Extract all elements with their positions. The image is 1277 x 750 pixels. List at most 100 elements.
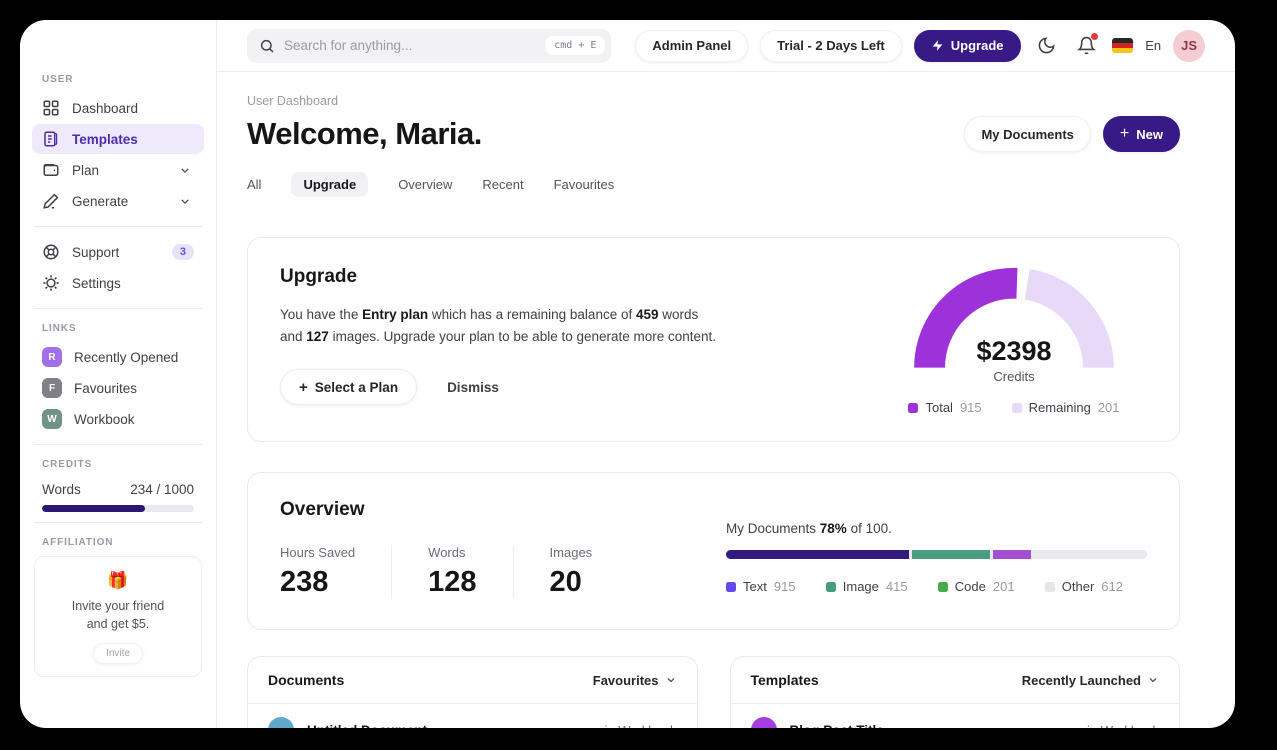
documents-card-header: Documents Favourites xyxy=(248,657,697,704)
tab-recent[interactable]: Recent xyxy=(482,172,523,197)
overview-left: Overview Hours Saved 238 Words 128 Image… xyxy=(280,499,670,599)
sidebar-link-workbook[interactable]: W Workbook xyxy=(32,404,204,434)
sidebar-item-support[interactable]: Support 3 xyxy=(32,237,204,267)
legend-item-text: Text 915 xyxy=(726,579,796,594)
documents-progress-label: My Documents 78% of 100. xyxy=(726,521,892,536)
invite-button[interactable]: Invite xyxy=(93,643,143,665)
templates-document-icon xyxy=(44,131,58,147)
user-avatar[interactable]: JS xyxy=(1173,29,1205,62)
credits-words-value: 234 / 1000 xyxy=(130,482,194,497)
sidebar-item-label: Support xyxy=(72,244,120,260)
gauge-label: Credits xyxy=(993,369,1035,384)
dark-mode-toggle[interactable] xyxy=(1033,32,1061,60)
app-window: USER Dashboard Templates Plan Generate S… xyxy=(20,20,1235,728)
template-list-item[interactable]: Blog Post Title in Workbook xyxy=(731,704,1180,728)
templates-card-header: Templates Recently Launched xyxy=(730,657,1179,704)
sidebar-section-affiliation: AFFILIATION xyxy=(42,537,114,548)
tab-bar: All Upgrade Overview Recent Favourites xyxy=(247,172,1180,197)
trial-days-left-button[interactable]: Trial - 2 Days Left xyxy=(760,29,902,62)
template-location: in Workbook xyxy=(1087,723,1159,729)
sidebar-item-settings[interactable]: Settings xyxy=(32,268,204,298)
dismiss-button[interactable]: Dismiss xyxy=(447,380,499,395)
document-list-item[interactable]: Untitled Document in Workbook xyxy=(248,704,697,728)
sidebar-item-templates[interactable]: Templates xyxy=(32,124,204,154)
title-actions: My Documents + New xyxy=(964,116,1180,152)
document-avatar xyxy=(268,717,294,728)
main-content: User Dashboard Welcome, Maria. My Docume… xyxy=(217,72,1235,728)
sidebar-item-dashboard[interactable]: Dashboard xyxy=(32,93,204,123)
language-label[interactable]: En xyxy=(1145,38,1161,53)
documents-card: Documents Favourites Untitled Document i… xyxy=(247,656,698,728)
legend-item-image: Image 415 xyxy=(825,579,908,594)
legend-swatch xyxy=(825,581,836,592)
pencil-icon xyxy=(43,193,59,209)
stat-hours-saved: Hours Saved 238 xyxy=(280,545,356,598)
gift-icon: 🎁 xyxy=(107,571,129,590)
gauge-center-text: $2398 Credits xyxy=(904,336,1124,384)
link-letter-avatar: F xyxy=(42,378,62,398)
sidebar-item-label: Templates xyxy=(72,131,138,147)
dashboard-grid-icon xyxy=(43,100,59,116)
overview-stats: Hours Saved 238 Words 128 Images 20 xyxy=(280,545,670,599)
legend-swatch xyxy=(726,581,736,592)
bottom-cards-row: Documents Favourites Untitled Document i… xyxy=(247,656,1180,728)
tab-upgrade[interactable]: Upgrade xyxy=(291,172,369,197)
upgrade-button[interactable]: Upgrade xyxy=(913,29,1021,62)
bar-segment-image xyxy=(912,550,990,559)
upgrade-card-left: Upgrade You have the Entry plan which ha… xyxy=(280,266,720,415)
breadcrumb: User Dashboard xyxy=(247,94,339,108)
chevron-down-icon xyxy=(667,678,674,683)
sidebar-link-favourites[interactable]: F Favourites xyxy=(32,373,204,403)
sidebar-item-label: Settings xyxy=(72,275,121,291)
link-letter-avatar: W xyxy=(42,409,62,429)
sidebar-item-generate[interactable]: Generate xyxy=(32,186,204,216)
sidebar-section-links: LINKS xyxy=(42,323,77,334)
topbar: cmd + E Admin Panel Trial - 2 Days Left … xyxy=(217,20,1235,72)
german-flag-icon[interactable] xyxy=(1112,38,1134,53)
templates-card: Templates Recently Launched Blog Post Ti… xyxy=(729,656,1180,728)
upgrade-card-title: Upgrade xyxy=(280,266,358,287)
upgrade-card-body: You have the Entry plan which has a rema… xyxy=(280,307,717,344)
sidebar-item-label: Generate xyxy=(72,193,129,209)
search-input[interactable] xyxy=(284,38,537,53)
search-bar[interactable]: cmd + E xyxy=(247,28,612,63)
tab-favourites[interactable]: Favourites xyxy=(554,172,615,197)
stat-images: Images 20 xyxy=(512,545,629,599)
legend-item-remaining: Remaining 201 xyxy=(1011,400,1120,415)
legend-swatch xyxy=(908,402,919,413)
plus-icon: + xyxy=(299,378,308,396)
new-button[interactable]: + New xyxy=(1102,116,1180,152)
tab-all[interactable]: All xyxy=(247,172,261,197)
my-documents-button[interactable]: My Documents xyxy=(964,116,1091,152)
templates-filter-dropdown[interactable]: Recently Launched xyxy=(1022,673,1159,688)
legend-item-code: Code 201 xyxy=(937,579,1015,594)
legend-item-other: Other 612 xyxy=(1044,579,1123,594)
title-row: Welcome, Maria. My Documents + New xyxy=(247,116,1180,152)
credits-words-label: Words xyxy=(42,482,81,497)
moon-icon xyxy=(1038,37,1055,54)
stat-words: Words 128 xyxy=(391,545,512,599)
gauge-value: $2398 xyxy=(976,336,1052,366)
sidebar-divider xyxy=(34,522,202,523)
template-name: Blog Post Title xyxy=(790,723,1074,729)
credits-progress-track xyxy=(42,505,194,512)
documents-card-title: Documents xyxy=(268,672,345,688)
notification-dot xyxy=(1091,32,1099,40)
legend-swatch xyxy=(937,581,948,592)
lightning-bolt-icon xyxy=(932,40,943,51)
sidebar-link-recently-opened[interactable]: R Recently Opened xyxy=(32,342,204,372)
chevron-down-icon xyxy=(1149,678,1157,683)
tab-overview[interactable]: Overview xyxy=(398,172,452,197)
select-plan-button[interactable]: + Select a Plan xyxy=(280,369,418,406)
admin-panel-button[interactable]: Admin Panel xyxy=(635,29,749,62)
sidebar-divider xyxy=(34,444,202,445)
notifications-button[interactable] xyxy=(1072,32,1100,60)
sidebar-item-plan[interactable]: Plan xyxy=(32,155,204,185)
documents-filter-dropdown[interactable]: Favourites xyxy=(593,673,677,688)
documents-progress-block: My Documents 78% of 100. Text 915 Image … xyxy=(726,499,1147,599)
search-shortcut-chip: cmd + E xyxy=(545,36,606,55)
credits-gauge: $2398 Credits Total 915 Remaining 201 xyxy=(889,266,1139,415)
credits-words-row: Words 234 / 1000 xyxy=(32,478,204,505)
chevron-down-icon xyxy=(181,198,189,204)
sidebar-link-label: Favourites xyxy=(74,380,138,396)
